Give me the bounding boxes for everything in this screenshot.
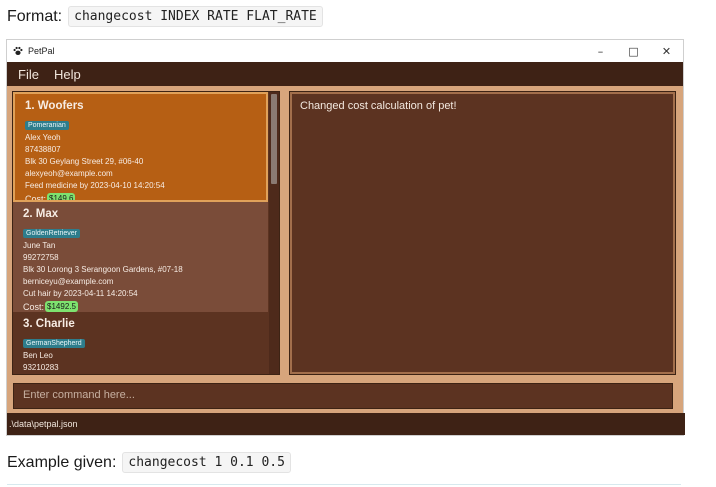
scroll-thumb[interactable] xyxy=(271,94,277,184)
pet-list[interactable]: 1. Woofers Pomeranian Alex Yeoh 87438807… xyxy=(12,91,280,375)
pet-tag: GoldenRetriever xyxy=(23,229,80,238)
pet-phone: 93210283 xyxy=(23,363,59,372)
maximize-button[interactable]: □ xyxy=(617,40,650,62)
pet-email: berniceyu@example.com xyxy=(23,277,114,286)
pet-title: 3. Charlie xyxy=(23,318,75,330)
format-label: Format: xyxy=(7,7,63,25)
pet-card[interactable]: 1. Woofers Pomeranian Alex Yeoh 87438807… xyxy=(13,92,268,202)
cost-badge: $149.6 xyxy=(47,193,76,202)
minimize-button[interactable]: – xyxy=(584,40,617,62)
pet-owner: Alex Yeoh xyxy=(25,133,61,142)
main-content: 1. Woofers Pomeranian Alex Yeoh 87438807… xyxy=(7,86,683,379)
command-area: Enter command here... xyxy=(7,379,683,413)
pet-card[interactable]: 3. Charlie GermanShepherd Ben Leo 932102… xyxy=(13,312,268,374)
example-label: Example given: xyxy=(7,453,117,471)
menu-file[interactable]: File xyxy=(18,67,39,82)
list-scrollbar[interactable] xyxy=(269,92,279,374)
pet-phone: 87438807 xyxy=(25,145,61,154)
pet-reminder: Cut hair by 2023-04-11 14:20:54 xyxy=(23,289,138,298)
command-input[interactable]: Enter command here... xyxy=(13,383,673,409)
pet-reminder: Feed medicine by 2023-04-10 14:20:54 xyxy=(25,181,165,190)
pet-card[interactable]: 2. Max GoldenRetriever June Tan 99272758… xyxy=(13,202,268,312)
pet-tag: Pomeranian xyxy=(25,121,69,130)
petpal-window: PetPal – □ ✕ File Help 1. Woofers Pomera… xyxy=(7,40,685,435)
pet-title: 1. Woofers xyxy=(25,100,84,112)
cost-label: Cost: xyxy=(23,301,45,312)
pet-address: Blk 30 Geylang Street 29, #06-40 xyxy=(25,157,144,166)
title-bar: PetPal – □ ✕ xyxy=(7,40,683,62)
close-button[interactable]: ✕ xyxy=(650,40,683,62)
status-bar: .\data\petpal.json xyxy=(7,413,685,435)
pet-title: 2. Max xyxy=(23,208,59,220)
cost-label: Cost: xyxy=(25,193,47,202)
example-line: Example given: changecost 1 0.1 0.5 xyxy=(7,452,291,473)
cost-row: Cost: $149.6 xyxy=(25,193,266,202)
pet-email: alexyeoh@example.com xyxy=(25,169,113,178)
data-file-path: .\data\petpal.json xyxy=(9,419,78,429)
pet-address: Blk 30 Lorong 3 Serangoon Gardens, #07-1… xyxy=(23,265,183,274)
pet-owner: June Tan xyxy=(23,241,56,250)
example-code: changecost 1 0.1 0.5 xyxy=(122,452,291,473)
window-title: PetPal xyxy=(28,46,55,56)
paw-icon xyxy=(13,46,23,56)
format-code: changecost INDEX RATE FLAT_RATE xyxy=(68,6,323,27)
result-message: Changed cost calculation of pet! xyxy=(300,100,457,112)
cost-badge: $1492.5 xyxy=(45,301,78,312)
menu-bar: File Help xyxy=(7,62,683,86)
pet-owner: Ben Leo xyxy=(23,351,53,360)
result-display: Changed cost calculation of pet! xyxy=(289,91,676,375)
format-line: Format: changecost INDEX RATE FLAT_RATE xyxy=(7,6,323,27)
menu-help[interactable]: Help xyxy=(54,67,81,82)
cost-row: Cost: $1492.5 xyxy=(23,301,268,312)
divider xyxy=(7,484,681,485)
pet-phone: 99272758 xyxy=(23,253,59,262)
pet-tag: GermanShepherd xyxy=(23,339,85,348)
